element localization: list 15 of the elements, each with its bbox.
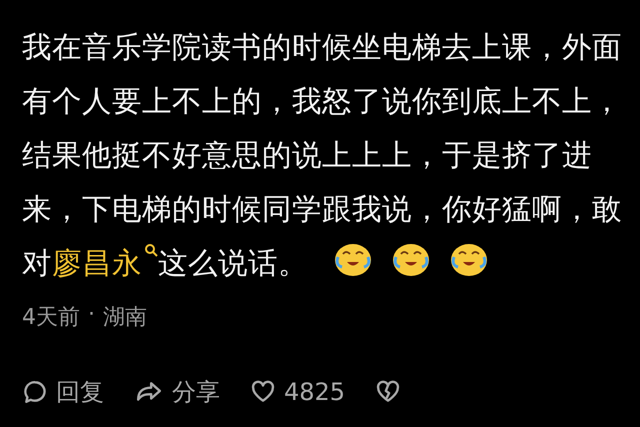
share-button[interactable]: 分享	[134, 376, 220, 408]
search-icon	[144, 243, 158, 259]
location: 湖南	[103, 304, 147, 332]
laughing-crying-emoji-icon	[334, 243, 372, 277]
post-time: 4天前	[22, 304, 80, 332]
comment-text: 我在音乐学院读书的时候坐电梯去上课，外面有个人要上不上的，我怒了说你到底上不上，结果他挺不好意思的说上上上，于是挤了进来，下电梯的时候同学跟我说，你好猛啊，敢对廖昌永 这么说话。	[22, 29, 622, 282]
separator-dot: ·	[88, 302, 95, 329]
broken-heart-icon	[375, 379, 402, 405]
like-button[interactable]: 4825	[250, 378, 346, 406]
speech-bubble-icon	[22, 379, 48, 405]
laughing-crying-emoji-icon	[450, 243, 488, 277]
dislike-button[interactable]	[375, 379, 402, 405]
mention-link[interactable]: 廖昌永	[52, 246, 158, 280]
laughing-crying-emoji-icon	[392, 243, 430, 277]
reply-button[interactable]: 回复	[22, 376, 104, 408]
